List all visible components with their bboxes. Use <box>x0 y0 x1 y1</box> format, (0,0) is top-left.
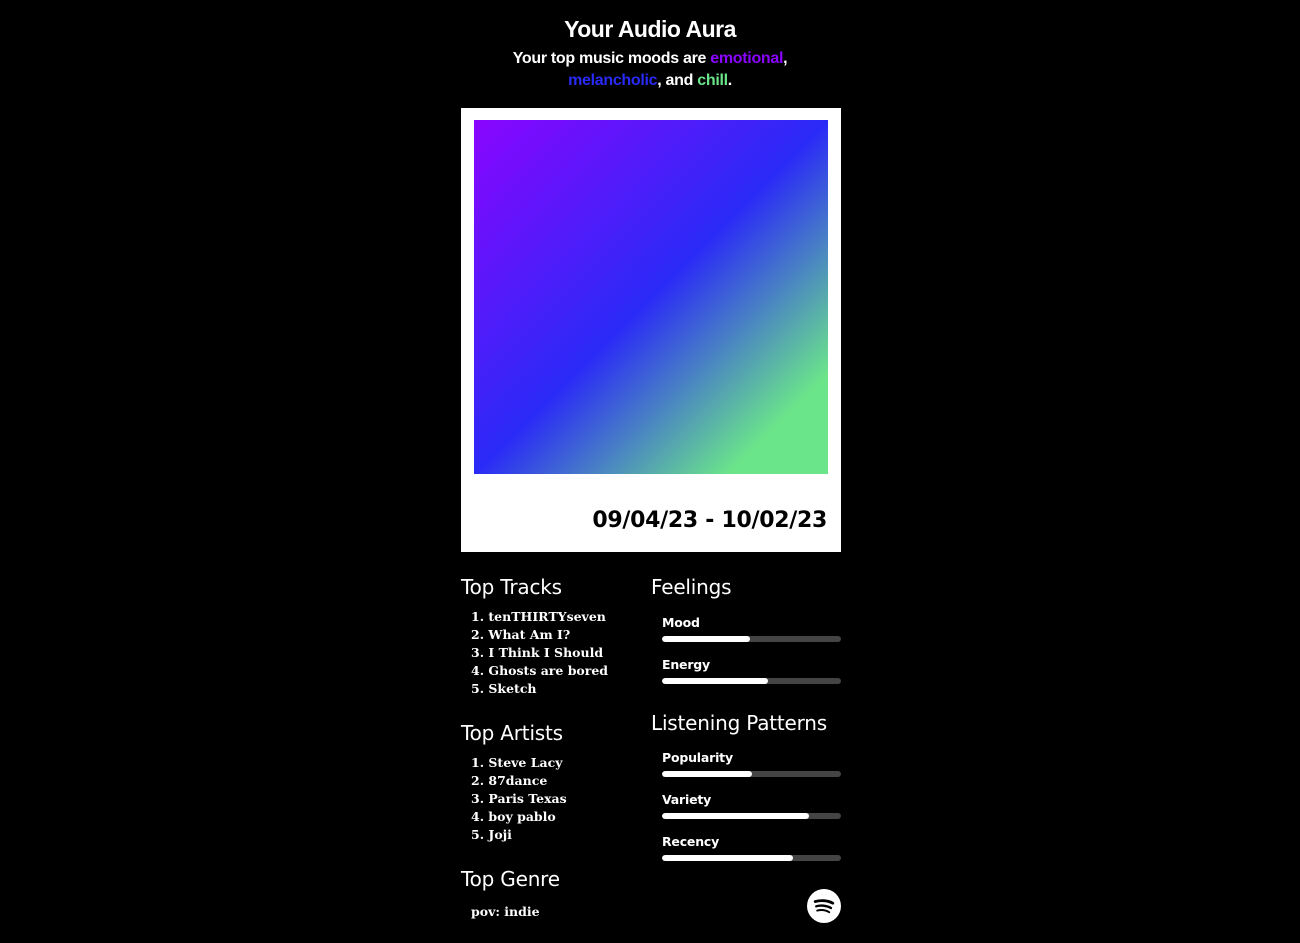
progress-bar <box>662 855 841 861</box>
metric-label: Energy <box>662 657 710 672</box>
page-title: Your Audio Aura <box>564 16 736 42</box>
progress-fill <box>662 678 768 684</box>
metric-label: Variety <box>662 792 712 807</box>
top-artists-title: Top Artists <box>461 721 563 745</box>
top-tracks-title: Top Tracks <box>461 575 562 599</box>
metric-mood: Mood <box>662 615 841 642</box>
audio-aura-page: Your Audio Aura Your top music moods are… <box>0 0 1300 943</box>
list-item: 4. boy pablo <box>471 809 556 824</box>
spotify-logo-icon[interactable] <box>807 889 841 923</box>
top-genre-value: pov: indie <box>471 904 540 919</box>
left-column: Top Tracks 1. tenTHIRTYseven 2. What Am … <box>461 572 641 919</box>
list-item: 2. 87dance <box>471 773 548 788</box>
top-artists-list: 1. Steve Lacy 2. 87dance 3. Paris Texas … <box>461 754 641 844</box>
top-tracks-list: 1. tenTHIRTYseven 2. What Am I? 3. I Thi… <box>461 608 641 698</box>
progress-bar <box>662 771 841 777</box>
metric-label: Mood <box>662 615 700 630</box>
metric-recency: Recency <box>662 834 841 861</box>
progress-fill <box>662 855 793 861</box>
progress-bar <box>662 636 841 642</box>
list-item: 1. tenTHIRTYseven <box>471 609 606 624</box>
mood-melancholic: melancholic <box>568 72 658 89</box>
mood-emotional: emotional <box>710 50 784 67</box>
right-column: Feelings Mood Energy Listening Patterns … <box>651 572 841 861</box>
list-item: 4. Ghosts are bored <box>471 663 609 678</box>
list-item: 5. Sketch <box>471 681 537 696</box>
aura-gradient-image <box>474 120 828 474</box>
progress-bar <box>662 678 841 684</box>
top-genre-title: Top Genre <box>461 867 560 891</box>
feelings-title: Feelings <box>651 575 732 599</box>
mood-separator: , <box>783 50 788 67</box>
progress-fill <box>662 636 750 642</box>
date-range: 09/04/23 - 10/02/23 <box>592 508 827 533</box>
progress-fill <box>662 813 809 819</box>
progress-fill <box>662 771 752 777</box>
list-item: 3. Paris Texas <box>471 791 567 806</box>
aura-card: 09/04/23 - 10/02/23 <box>461 108 841 552</box>
listening-patterns-title: Listening Patterns <box>651 711 827 735</box>
metric-label: Popularity <box>662 750 733 765</box>
mood-summary-end: . <box>727 72 732 89</box>
mood-summary: Your top music moods are emotional, mela… <box>500 48 800 92</box>
progress-bar <box>662 813 841 819</box>
mood-summary-prefix: Your top music moods are <box>512 50 711 67</box>
metric-variety: Variety <box>662 792 841 819</box>
list-item: 5. Joji <box>471 827 512 842</box>
list-item: 1. Steve Lacy <box>471 755 563 770</box>
metric-label: Recency <box>662 834 720 849</box>
list-item: 2. What Am I? <box>471 627 571 642</box>
metric-energy: Energy <box>662 657 841 684</box>
list-item: 3. I Think I Should <box>471 645 604 660</box>
mood-separator: , and <box>657 72 698 89</box>
metric-popularity: Popularity <box>662 750 841 777</box>
mood-chill: chill <box>697 72 728 89</box>
header: Your Audio Aura Your top music moods are… <box>0 14 1300 92</box>
